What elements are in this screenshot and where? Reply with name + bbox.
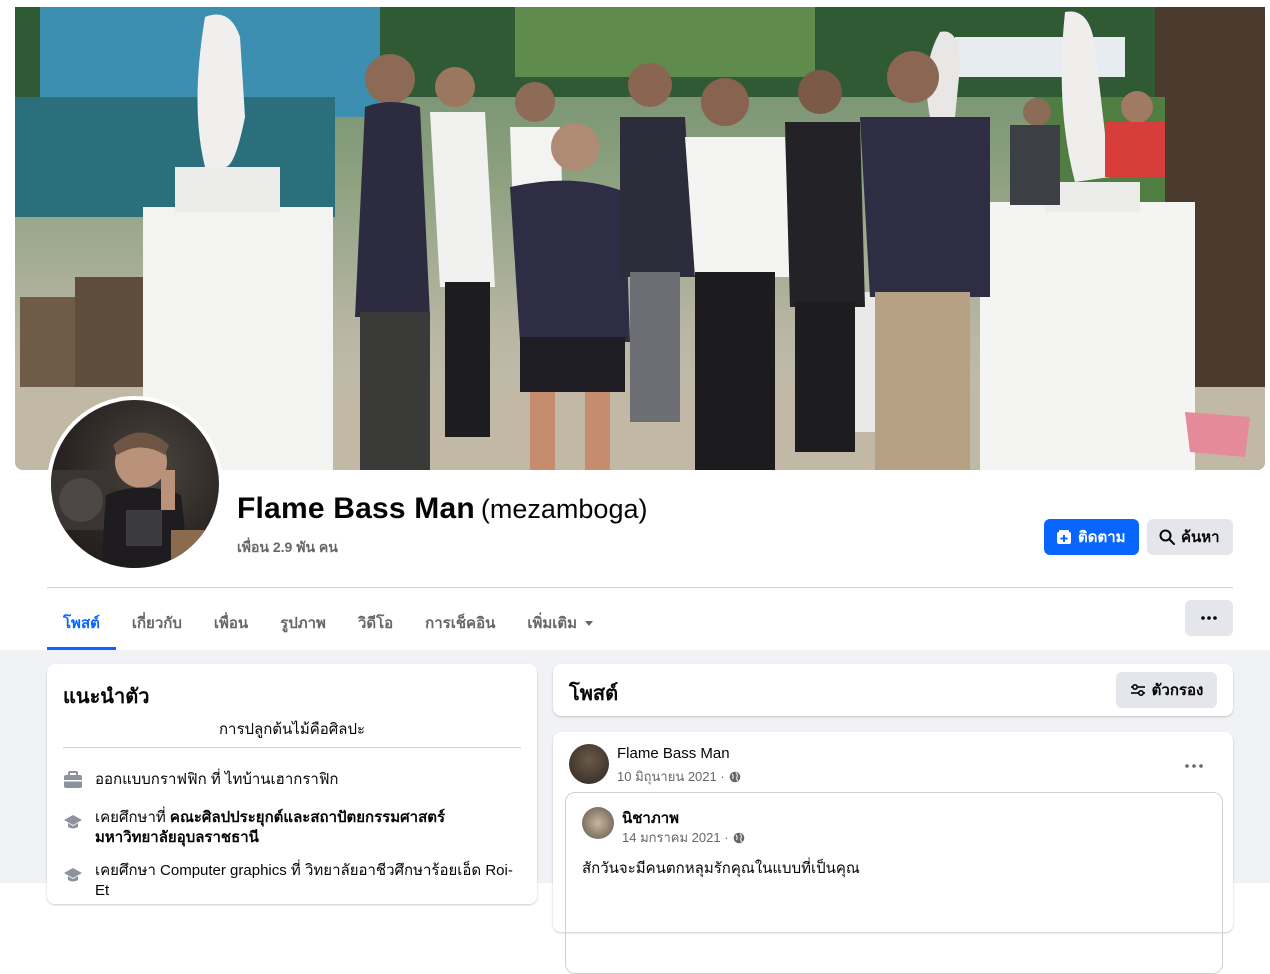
intro-item-work: ออกแบบกราฟฟิก ที่ ไทบ้านเฮากราฟิก <box>63 770 515 790</box>
graduation-cap-icon <box>64 868 82 882</box>
header-divider <box>47 587 1233 588</box>
graduation-cap-icon <box>64 815 82 829</box>
ellipsis-icon <box>1185 764 1203 768</box>
tab-more[interactable]: เพิ่มเติม <box>511 598 611 648</box>
post-author-name[interactable]: Flame Bass Man <box>617 745 730 762</box>
tab-about-label: เกี่ยวกับ <box>131 615 182 632</box>
intro-item-work-label: ออกแบบกราฟฟิก ที่ ไทบ้านเฮากราฟิก <box>95 771 339 788</box>
caret-down-icon <box>585 621 594 626</box>
intro-bio: การปลูกต้นไม้คือศิลปะ <box>218 721 366 738</box>
filter-button[interactable]: ตัวกรอง <box>1116 672 1217 708</box>
post-card: Flame Bass Man 10 มิถุนายน 2021 · นิชาภา… <box>553 732 1233 974</box>
tab-posts[interactable]: โพสต์ <box>47 598 116 650</box>
intro-item-education-1-text: เคยศึกษาที่ คณะศิลปประยุกต์และสถาปัตยกรร… <box>95 808 515 848</box>
search-button[interactable]: ค้นหา <box>1147 519 1233 555</box>
post-options-button[interactable] <box>1185 752 1203 773</box>
cover-photo-illustration <box>15 7 1265 470</box>
profile-alternate-name: (mezamboga) <box>480 494 648 524</box>
follow-icon <box>1057 530 1071 544</box>
profile-name: Flame Bass Man <box>237 492 475 525</box>
intro-item-education-1-prefix: เคยศึกษาที่ <box>95 809 170 826</box>
intro-item-education-2-text: เคยศึกษา Computer graphics ที่ วิทยาลัยอ… <box>95 861 515 901</box>
avatar-illustration <box>51 432 219 568</box>
tab-friends-label: เพื่อน <box>213 615 249 632</box>
tab-videos[interactable]: วิดีโอ <box>342 598 409 648</box>
tab-checkins-label: การเช็คอิน <box>425 615 496 632</box>
profile-name-line: Flame Bass Man (mezamboga) <box>237 492 647 526</box>
intro-item-education-2: เคยศึกษา Computer graphics ที่ วิทยาลัยอ… <box>63 861 515 901</box>
globe-icon <box>733 832 744 843</box>
intro-item-education-1: เคยศึกษาที่ คณะศิลปประยุกต์และสถาปัตยกรร… <box>63 808 515 848</box>
globe-icon <box>729 771 740 782</box>
follow-button-label: ติดตาม <box>1078 529 1126 546</box>
intro-item-education-2-label: เคยศึกษา Computer graphics ที่ วิทยาลัยอ… <box>95 862 513 899</box>
tab-more-label: เพิ่มเติม <box>527 615 578 632</box>
follow-button[interactable]: ติดตาม <box>1044 519 1139 555</box>
intro-title: แนะนำตัว <box>63 686 150 708</box>
shared-post[interactable]: นิชาภาพ 14 มกราคม 2021 · สักวันจะมีคนตกห… <box>565 792 1223 974</box>
profile-picture[interactable] <box>47 396 223 572</box>
filter-button-label: ตัวกรอง <box>1151 682 1204 699</box>
tab-photos-label: รูปภาพ <box>280 615 326 632</box>
posts-header-card: โพสต์ ตัวกรอง <box>553 664 1233 716</box>
shared-date[interactable]: 14 มกราคม 2021 · <box>622 827 729 848</box>
filter-sliders-icon <box>1130 683 1145 697</box>
tab-photos[interactable]: รูปภาพ <box>264 598 342 648</box>
shared-timestamp: 14 มกราคม 2021 · <box>622 827 745 848</box>
tab-friends[interactable]: เพื่อน <box>198 598 264 648</box>
profile-tabs: โพสต์ เกี่ยวกับ เพื่อน รูปภาพ วิดีโอ การ… <box>47 598 611 650</box>
posts-title: โพสต์ <box>569 683 619 705</box>
shared-author-avatar[interactable] <box>582 807 614 839</box>
tab-about[interactable]: เกี่ยวกับ <box>116 598 198 648</box>
search-icon <box>1159 529 1175 545</box>
post-author-avatar[interactable] <box>569 744 609 784</box>
tab-posts-label: โพสต์ <box>63 615 100 632</box>
tab-videos-label: วิดีโอ <box>357 615 394 632</box>
cover-photo[interactable] <box>15 7 1265 470</box>
shared-post-text: สักวันจะมีคนตกหลุมรักคุณในแบบที่เป็นคุณ <box>582 860 860 877</box>
briefcase-icon <box>64 771 82 788</box>
ellipsis-icon <box>1201 616 1217 620</box>
intro-item-work-text: ออกแบบกราฟฟิก ที่ ไทบ้านเฮากราฟิก <box>95 770 515 790</box>
intro-card: แนะนำตัว การปลูกต้นไม้คือศิลปะ ออกแบบกรา… <box>47 664 537 904</box>
search-button-label: ค้นหา <box>1181 529 1220 546</box>
post-timestamp: 10 มิถุนายน 2021 · <box>617 766 741 787</box>
profile-more-button[interactable] <box>1185 600 1233 636</box>
profile-photo <box>51 400 219 568</box>
friends-count[interactable]: เพื่อน 2.9 พัน คน <box>237 537 338 559</box>
tab-checkins[interactable]: การเช็คอิน <box>409 598 511 648</box>
post-date[interactable]: 10 มิถุนายน 2021 · <box>617 766 725 787</box>
intro-divider <box>63 747 521 748</box>
